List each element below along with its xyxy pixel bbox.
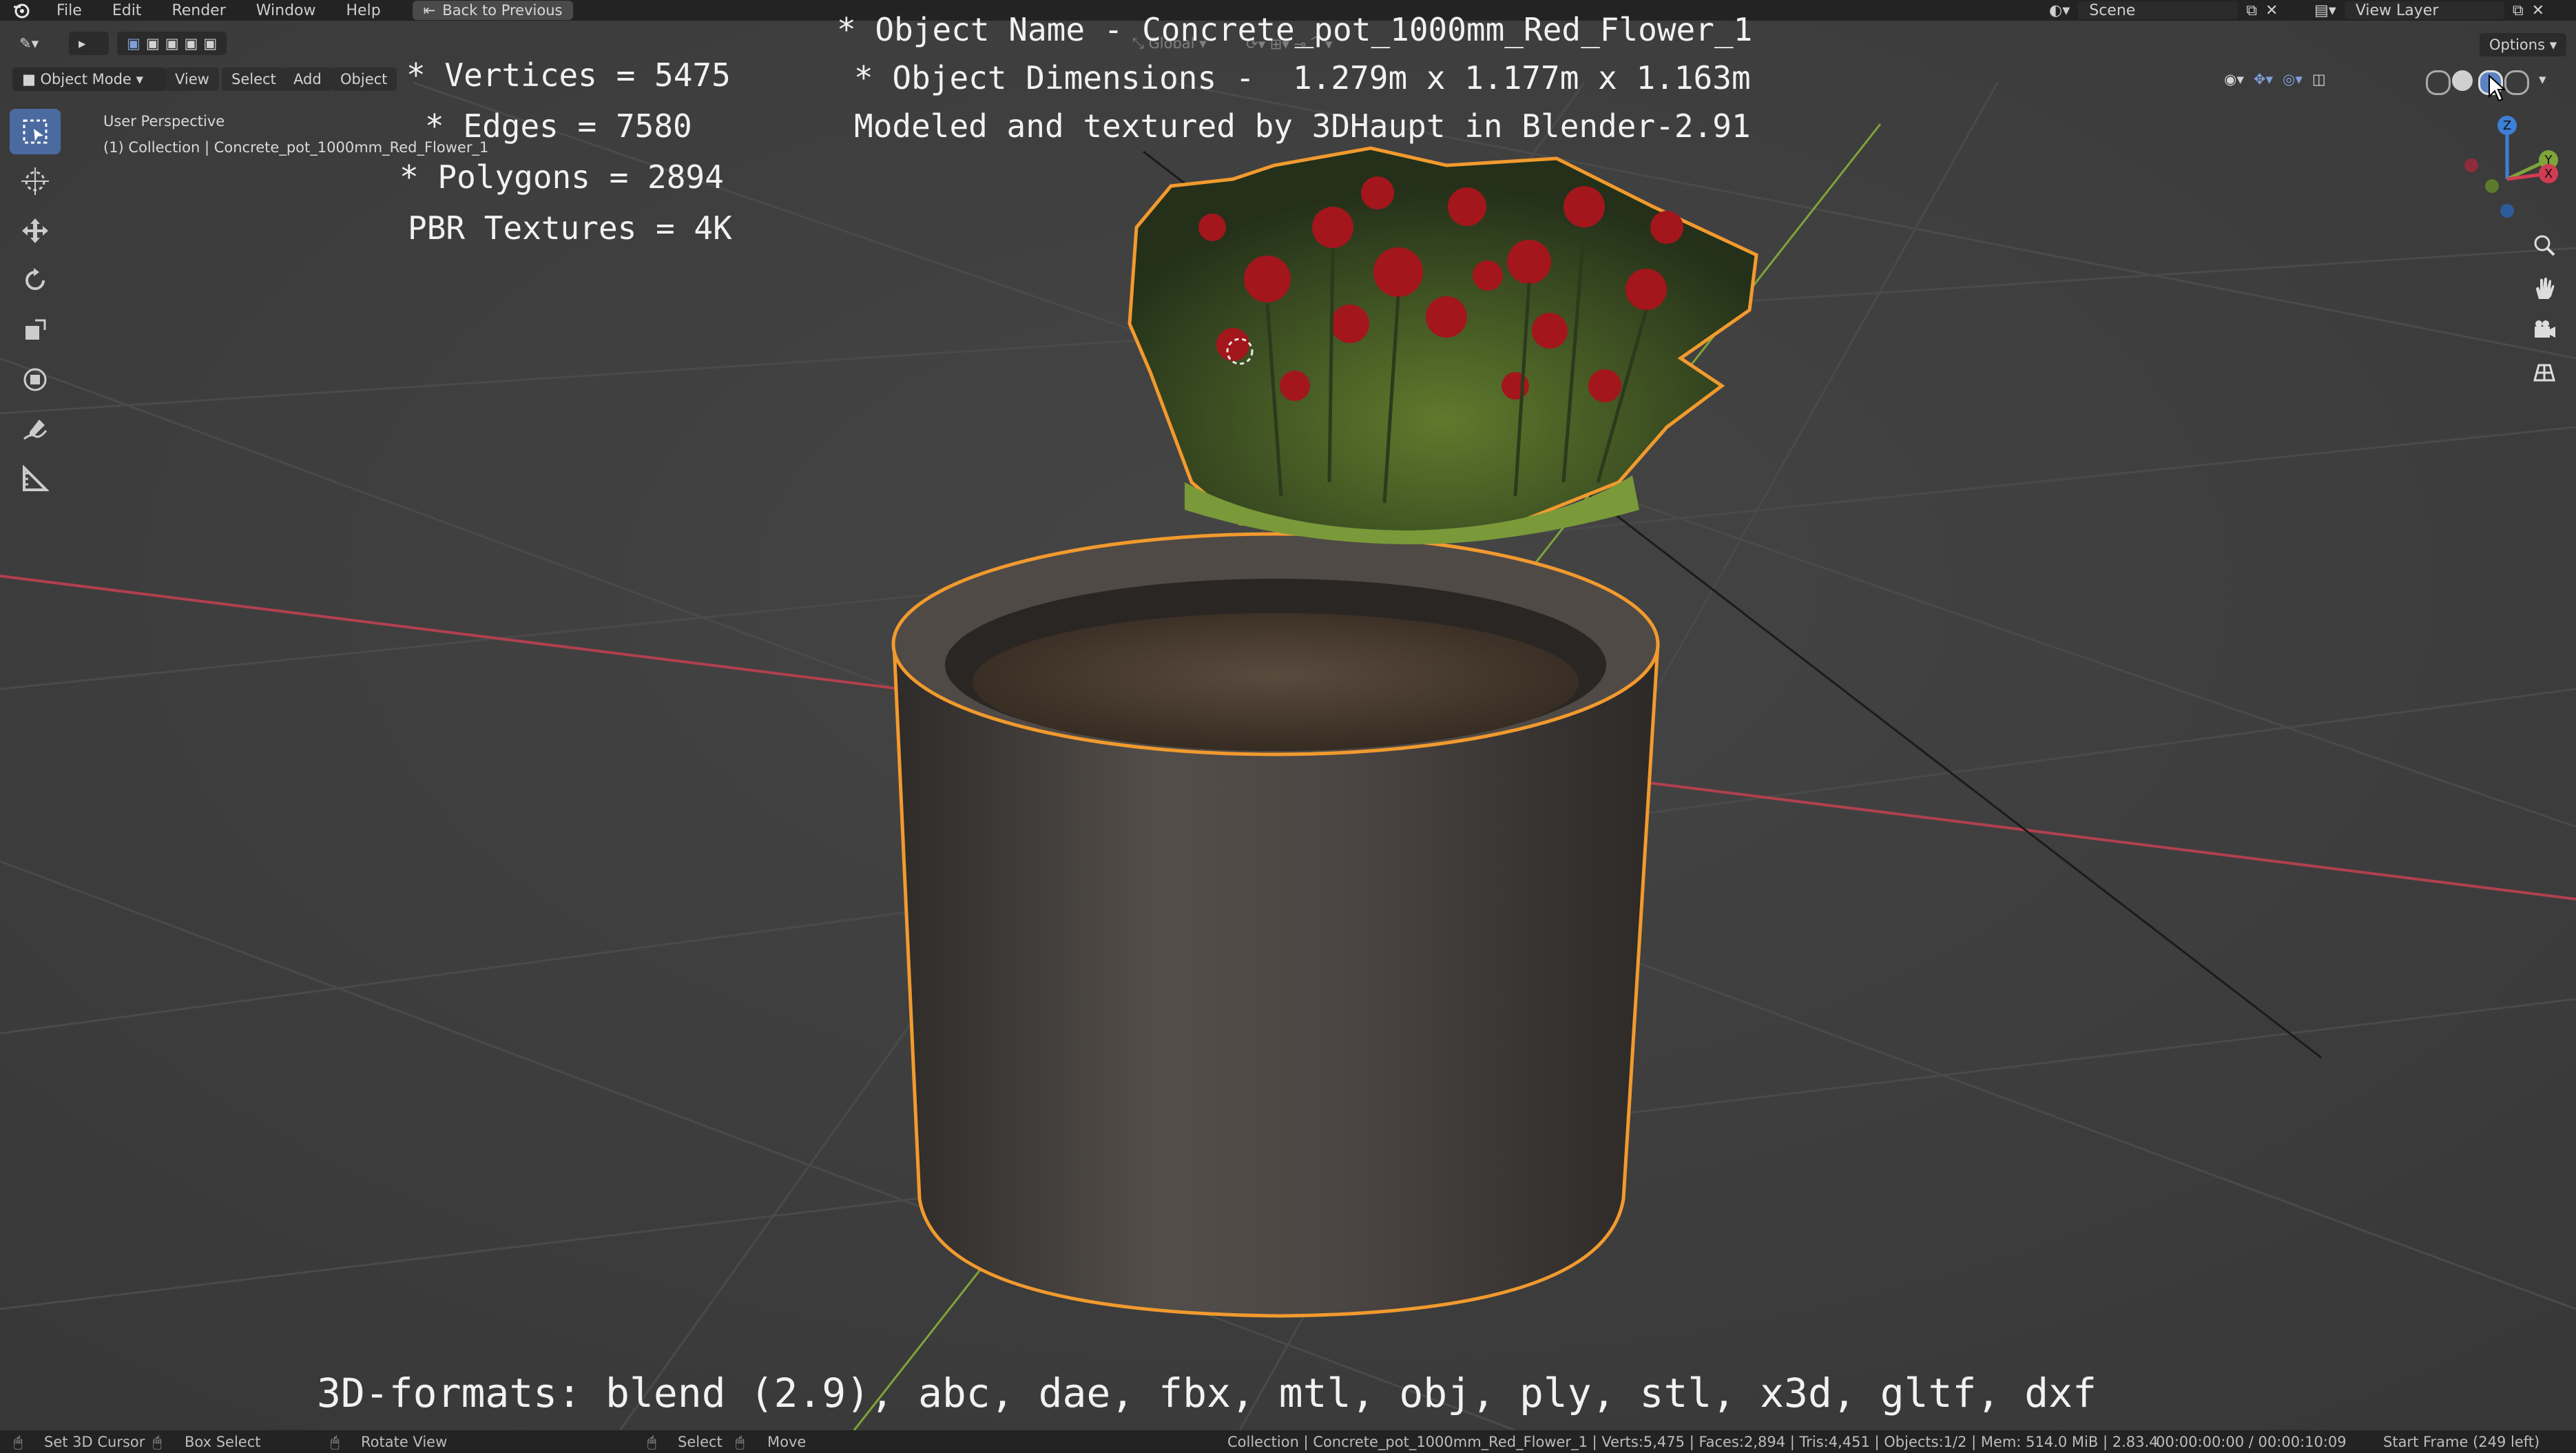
status-box-select: Box Select xyxy=(185,1434,261,1450)
menu-file[interactable]: File xyxy=(41,2,97,19)
status-bar: 🖱 Set 3D Cursor 🖱 Box Select 🖱 Rotate Vi… xyxy=(0,1430,2576,1453)
scene-label: Scene xyxy=(2089,1,2136,19)
menu-view[interactable]: View xyxy=(165,68,219,91)
transform-tool-icon[interactable] xyxy=(10,357,61,402)
formats-text: 3D-formats: blend (2.9), abc, dae, fbx, … xyxy=(317,1370,2097,1416)
viewport-shading-controls[interactable]: ◉▾ ✥▾ ◎▾ ◫ xyxy=(2214,68,2336,91)
status-move: Move xyxy=(767,1434,807,1450)
object-name-text: * Object Name - Concrete_pot_1000mm_Red_… xyxy=(837,11,1753,48)
polygons-text: * Polygons = 2894 xyxy=(399,158,724,196)
rotate-tool-icon[interactable] xyxy=(10,258,61,303)
menu-edit[interactable]: Edit xyxy=(97,2,157,19)
measure-tool-icon[interactable] xyxy=(10,456,61,502)
mode-label: Object Mode xyxy=(40,71,132,87)
vertices-text: * Vertices = 5475 xyxy=(406,56,731,94)
mode-extend-icon[interactable]: ▣ xyxy=(146,35,160,52)
menu-render[interactable]: Render xyxy=(156,2,240,19)
credit-text: Modeled and textured by 3DHaupt in Blend… xyxy=(854,107,1751,145)
status-rotate-view: Rotate View xyxy=(361,1434,448,1450)
mouse-left-click-icon: 🖱 xyxy=(647,1434,656,1450)
menu-select[interactable]: Select xyxy=(222,68,286,91)
textures-text: PBR Textures = 4K xyxy=(408,209,732,247)
status-select: Select xyxy=(678,1434,723,1450)
zoom-icon[interactable] xyxy=(2525,226,2564,265)
object-dimensions-text: * Object Dimensions - 1.279m x 1.177m x … xyxy=(854,59,1751,96)
status-set-3d-cursor: Set 3D Cursor xyxy=(44,1434,145,1450)
mouse-drag-icon: 🖱 xyxy=(153,1434,162,1450)
mouse-middle-icon: 🖱 xyxy=(331,1434,340,1450)
selection-mode-buttons[interactable]: ▣ ▣ ▣ ▣ ▣ xyxy=(117,32,227,55)
status-start-frame: Start Frame (249 left) xyxy=(2383,1434,2540,1450)
pan-hand-icon[interactable] xyxy=(2525,269,2564,307)
blender-logo-icon[interactable] xyxy=(11,0,32,21)
scene-close-icon[interactable]: ✕ xyxy=(2265,2,2278,19)
view-layer-copy-icon[interactable]: ⧉ xyxy=(2513,2,2524,19)
camera-view-icon[interactable] xyxy=(2525,311,2564,350)
navigation-gizmo[interactable]: Z Y X xyxy=(2452,110,2569,220)
back-to-previous-label: Back to Previous xyxy=(442,2,563,19)
view-layer-close-icon[interactable]: ✕ xyxy=(2532,2,2544,19)
options-label: Options xyxy=(2489,37,2546,53)
mouse-left-icon: 🖱 xyxy=(14,1434,23,1450)
back-to-previous-button[interactable]: ⇤ Back to Previous xyxy=(412,1,574,20)
options-button[interactable]: Options ▾ xyxy=(2480,33,2567,56)
rendered-shading-icon[interactable] xyxy=(2504,70,2529,95)
menu-window[interactable]: Window xyxy=(241,2,331,19)
mode-invert-icon[interactable]: ▣ xyxy=(185,35,198,52)
gizmo-x-label: X xyxy=(2544,167,2553,181)
object-mode-icon: ■ xyxy=(22,71,41,87)
status-scene-stats: Collection | Concrete_pot_1000mm_Red_Flo… xyxy=(1227,1434,2159,1450)
concrete-pot[interactable] xyxy=(891,532,1660,1318)
view-perspective-label: User Perspective xyxy=(103,113,225,130)
cursor-tool-icon[interactable] xyxy=(10,158,61,204)
mouse-pointer-icon xyxy=(2489,74,2506,102)
status-timecode: 00:00:00:00 / 00:00:10:09 xyxy=(2156,1434,2347,1450)
select-tool-icon[interactable]: ▸ xyxy=(69,32,109,55)
visibility-icon[interactable]: ◉▾ xyxy=(2224,71,2244,87)
shading-dropdown-icon[interactable]: ▾ xyxy=(2529,68,2556,91)
mode-new-icon[interactable]: ▣ xyxy=(127,35,141,52)
perspective-toggle-icon[interactable] xyxy=(2525,353,2564,391)
scene-selector[interactable]: ◐▾ Scene ⧉ ✕ xyxy=(2049,0,2278,21)
scene-copy-icon[interactable]: ⧉ xyxy=(2246,2,2257,19)
gizmo-toggle-icon[interactable]: ✥▾ xyxy=(2254,71,2273,87)
menu-add[interactable]: Add xyxy=(284,68,331,91)
left-toolbar xyxy=(10,109,66,506)
scene-icon: ◐▾ xyxy=(2049,1,2070,19)
annotate-tool-icon[interactable] xyxy=(10,406,61,452)
menu-object[interactable]: Object xyxy=(331,68,397,91)
view-layer-selector[interactable]: ▤▾ View Layer ⧉ ✕ xyxy=(2314,0,2544,21)
mode-intersect-icon[interactable]: ▣ xyxy=(203,35,217,52)
overlays-toggle-icon[interactable]: ◎▾ xyxy=(2283,71,2303,87)
mouse-right-icon: 🖱 xyxy=(736,1434,745,1450)
scale-tool-icon[interactable] xyxy=(10,307,61,353)
view-layer-label: View Layer xyxy=(2355,1,2439,19)
viewport-scene[interactable] xyxy=(0,21,2576,1430)
solid-shading-icon[interactable] xyxy=(2452,70,2473,91)
back-icon: ⇤ xyxy=(423,2,436,19)
select-box-tool-icon[interactable] xyxy=(10,109,61,154)
move-tool-icon[interactable] xyxy=(10,208,61,254)
mode-subtract-icon[interactable]: ▣ xyxy=(165,35,179,52)
editor-type-button[interactable]: ✎▾ xyxy=(10,32,48,55)
gizmo-z-label: Z xyxy=(2503,118,2511,133)
xray-toggle-icon[interactable]: ◫ xyxy=(2312,71,2326,87)
menu-help[interactable]: Help xyxy=(331,2,396,19)
view-layer-icon: ▤▾ xyxy=(2314,1,2336,19)
mode-dropdown[interactable]: ■ Object Mode ▾ xyxy=(12,68,166,91)
wireframe-shading-icon[interactable] xyxy=(2426,70,2451,95)
edges-text: * Edges = 7580 xyxy=(425,107,692,145)
